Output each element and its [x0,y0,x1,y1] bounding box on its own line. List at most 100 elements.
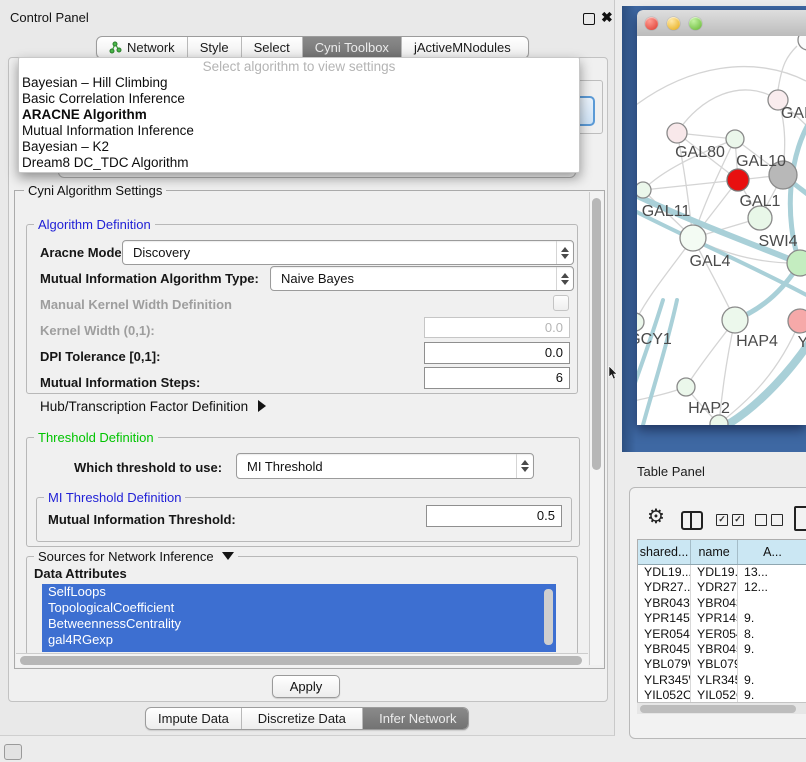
zoom-traffic-light[interactable] [689,17,702,30]
tab-impute-data[interactable]: Impute Data [146,708,242,729]
dropdown-option[interactable]: Dream8 DC_TDC Algorithm [19,155,579,171]
cell[interactable]: YDR27... [691,580,738,595]
cell[interactable]: YPR145W [691,611,738,626]
cell[interactable] [738,596,806,611]
dpi-tolerance-field[interactable]: 0.0 [424,342,570,364]
mi-steps-field[interactable]: 6 [424,367,570,389]
tab-infer-network[interactable]: Infer Network [363,708,469,729]
settings-horizontal-scrollbar[interactable] [16,653,588,667]
attribute-item-selected-partial[interactable] [42,648,556,652]
column-header-name[interactable]: name [691,540,738,564]
cell[interactable]: 12... [738,580,806,595]
cell[interactable]: YBR043C [691,596,738,611]
cell[interactable]: YDR27... [638,580,691,595]
table-row[interactable]: YLR345WYLR345W9. [638,673,806,688]
attribute-list-scrollbar-thumb[interactable] [544,589,553,645]
aracne-mode-combo[interactable]: Discovery [122,240,574,265]
table-row[interactable]: YBL079WYBL079W [638,657,806,672]
float-window-icon[interactable] [583,13,595,25]
settings-horizontal-scrollbar-thumb[interactable] [20,656,582,665]
attribute-item-selected[interactable]: TopologicalCoefficient [42,600,556,616]
cell[interactable]: YBR045C [638,642,691,657]
cell[interactable]: YLR345W [691,673,738,688]
deselect-all-icon[interactable] [755,514,783,526]
node-swi4[interactable] [787,250,806,276]
cell[interactable]: YER054C [638,627,691,642]
node-hap4[interactable] [722,307,748,333]
table-horizontal-scrollbar-thumb[interactable] [640,705,796,713]
dropdown-option[interactable]: Bayesian – K2 [19,139,579,155]
sources-group-title[interactable]: Sources for Network Inference [34,549,238,564]
node-hap2[interactable] [677,378,695,396]
columns-icon[interactable] [681,511,703,530]
kernel-width-field[interactable]: 0.0 [424,317,570,338]
node-unlabeled[interactable] [798,36,806,50]
node-gal11[interactable] [637,182,651,198]
network-labels: GAL GAL80 GAL10 GAL11 GAL1 SWI4 GAL4 GCY… [637,105,806,417]
mi-threshold-label: Mutual Information Threshold: [48,512,236,527]
cell[interactable]: 8. [738,627,806,642]
dropdown-option-highlighted[interactable]: ARACNE Algorithm [19,107,579,123]
table-row[interactable]: YDR27...YDR27...12... [638,580,806,595]
network-canvas[interactable]: GAL GAL80 GAL10 GAL11 GAL1 SWI4 GAL4 GCY… [637,36,806,425]
attribute-item-selected[interactable]: gal4RGexp [42,632,556,648]
dropdown-option[interactable]: Mutual Information Inference [19,123,579,139]
tab-select[interactable]: Select [242,37,303,58]
tab-network[interactable]: Network [97,37,188,58]
kernel-width-label: Kernel Width (0,1): [40,323,155,338]
cell[interactable]: YBR045C [691,642,738,657]
column-header-shared-name[interactable]: shared... [638,540,691,564]
tab-cyni-toolbox[interactable]: Cyni Toolbox [303,37,402,58]
cell[interactable]: YDL19... [691,565,738,580]
tab-jactivemnodules[interactable]: jActiveMNodules [402,37,523,58]
minimized-panel-icon[interactable] [4,744,22,760]
node-gcy1[interactable] [637,313,644,331]
minimize-traffic-light[interactable] [667,17,680,30]
close-icon[interactable]: ✖ [601,9,613,26]
cell[interactable]: 13... [738,565,806,580]
table-row[interactable]: YBR043CYBR043C [638,596,806,611]
cell[interactable]: YER054C [691,627,738,642]
attribute-item-selected[interactable]: BetweennessCentrality [42,616,556,632]
tab-style[interactable]: Style [188,37,242,58]
node-salmon[interactable] [788,309,806,333]
select-all-icon[interactable]: ✓✓ [716,514,744,526]
tab-discretize-data[interactable]: Discretize Data [242,708,363,729]
attribute-item-selected[interactable]: SelfLoops [42,584,556,600]
cell[interactable]: YLR345W [638,673,691,688]
dropdown-option[interactable]: Basic Correlation Inference [19,91,579,107]
mi-threshold-field[interactable]: 0.5 [426,505,562,527]
node-gal80[interactable] [667,123,687,143]
dropdown-option[interactable]: Bayesian – Hill Climbing [19,75,579,91]
file-icon[interactable] [794,506,806,531]
network-window-titlebar[interactable] [637,10,806,37]
cell[interactable]: 9. [738,673,806,688]
apply-button[interactable]: Apply [272,675,340,698]
close-traffic-light[interactable] [645,17,658,30]
table-horizontal-scrollbar[interactable] [637,702,806,714]
gear-icon[interactable]: ⚙ [647,507,665,527]
cell[interactable]: YDL19... [638,565,691,580]
which-threshold-combo[interactable]: MI Threshold [236,453,534,479]
combo-arrows-icon [516,454,533,478]
table-row[interactable]: YBR045CYBR045C9. [638,642,806,657]
node-selected-red[interactable] [727,169,749,191]
table-row[interactable]: YER054CYER054C8. [638,627,806,642]
cell[interactable] [738,657,806,672]
node-gal10[interactable] [726,130,744,148]
cell[interactable]: 9. [738,611,806,626]
mi-type-combo[interactable]: Naive Bayes [270,266,574,291]
table-row[interactable]: YPR145WYPR145W9. [638,611,806,626]
cell[interactable]: YBL079W [638,657,691,672]
node-gal4[interactable] [680,225,706,251]
hub-definition-expander[interactable]: Hub/Transcription Factor Definition [40,399,266,414]
table-row[interactable]: YDL19...YDL19...13... [638,565,806,580]
manual-kernel-checkbox[interactable] [553,295,569,311]
settings-vertical-scrollbar-thumb[interactable] [592,198,601,470]
settings-vertical-scrollbar[interactable] [589,192,603,665]
column-header-partial[interactable]: A... [738,540,806,564]
cell[interactable]: YPR145W [638,611,691,626]
cell[interactable]: YBL079W [691,657,738,672]
cell[interactable]: 9. [738,642,806,657]
cell[interactable]: YBR043C [638,596,691,611]
